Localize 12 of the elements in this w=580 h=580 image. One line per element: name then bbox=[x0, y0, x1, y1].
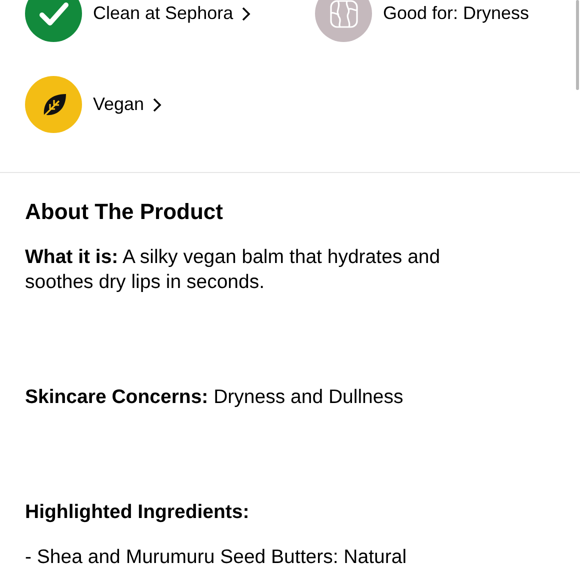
section-title: About The Product bbox=[25, 199, 224, 225]
check-icon bbox=[38, 2, 68, 26]
badge-link[interactable]: Vegan bbox=[93, 91, 162, 118]
description-text: What it is: A silky vegan balm that hydrates and soothes dry lips in seconds. bbox=[25, 245, 442, 295]
chevron-icon bbox=[241, 6, 252, 20]
chevron-icon bbox=[152, 98, 162, 112]
ingredients-label: Highlighted Ingredients: bbox=[25, 500, 250, 525]
badge-link[interactable]: Clean at Sephora bbox=[93, 0, 252, 27]
description-text: Skincare Concerns: Dryness and Dullness bbox=[25, 385, 404, 410]
badge-label: Good for: Dryness bbox=[383, 2, 530, 25]
ingredient-item: - Shea and Murumuru Seed Butters: Natural bbox=[25, 545, 408, 570]
skin-texture-icon bbox=[328, 0, 358, 28]
